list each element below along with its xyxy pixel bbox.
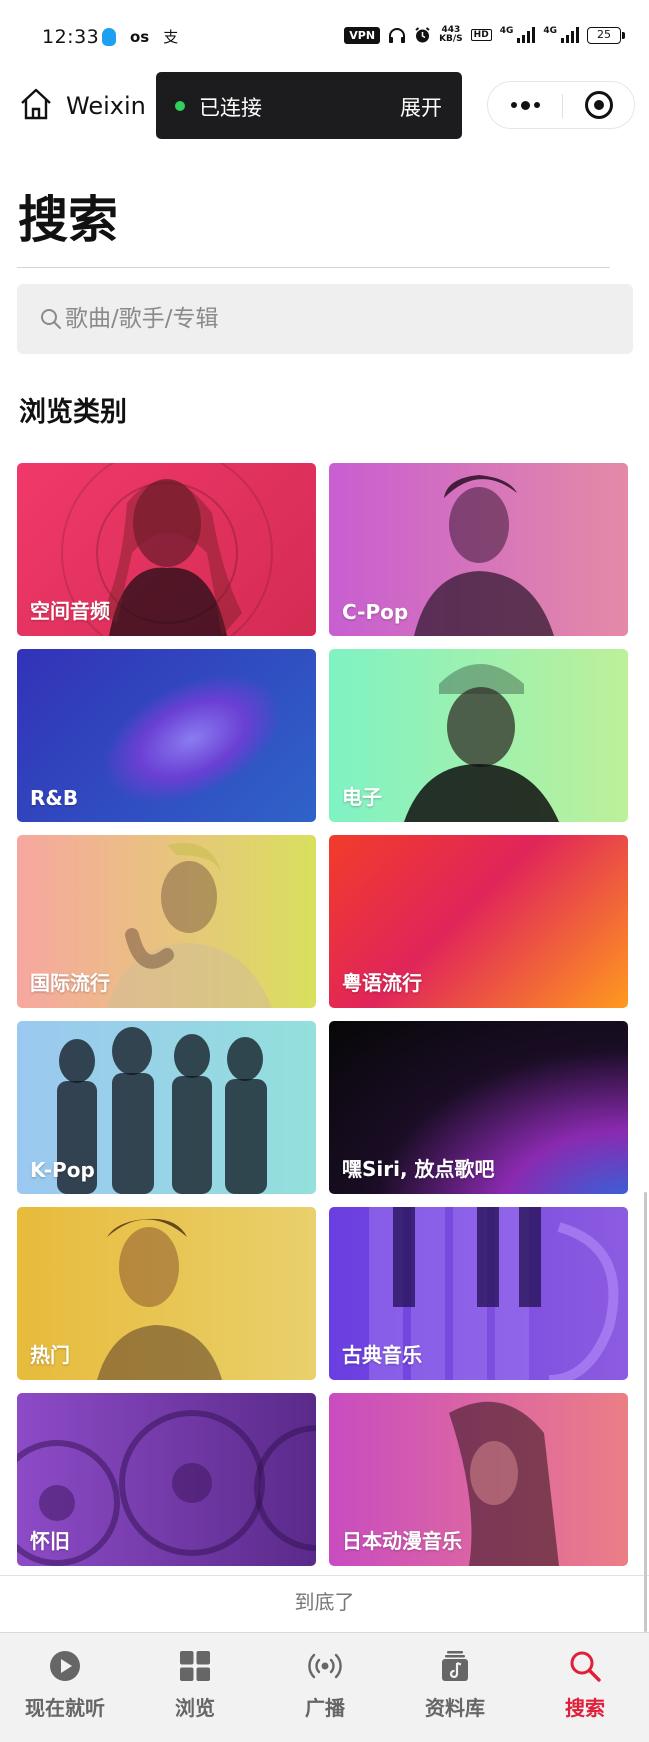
category-card-rnb[interactable]: R&B — [17, 649, 316, 822]
search-icon — [570, 1651, 601, 1682]
search-bar[interactable] — [17, 284, 633, 354]
tab-library[interactable]: 资料库 — [390, 1633, 520, 1742]
category-label: 国际流行 — [30, 971, 110, 995]
tab-bar: 现在就听 浏览 广播 资料库 搜索 — [0, 1632, 649, 1742]
category-card-cpop[interactable]: C-Pop — [329, 463, 628, 636]
category-label: 热门 — [30, 1343, 70, 1367]
tab-browse[interactable]: 浏览 — [130, 1633, 260, 1742]
system-icons: VPN 443 KB/S HD 4G 4G 25 — [344, 25, 625, 44]
signal-label: 4G — [499, 26, 514, 36]
category-card-anime[interactable]: 日本动漫音乐 — [329, 1393, 628, 1566]
category-label: 嘿Siri, 放点歌吧 — [342, 1157, 495, 1181]
title-divider — [17, 267, 610, 268]
category-label: K-Pop — [30, 1158, 95, 1182]
category-card-kpop[interactable]: K-Pop — [17, 1021, 316, 1194]
tab-label: 搜索 — [565, 1696, 605, 1720]
library-icon — [442, 1651, 468, 1681]
category-label: 粤语流行 — [342, 971, 422, 995]
tab-search[interactable]: 搜索 — [520, 1633, 649, 1742]
hd-badge: HD — [470, 29, 492, 41]
category-card-classical[interactable]: 古典音乐 — [329, 1207, 628, 1380]
category-card-intl-pop[interactable]: 国际流行 — [17, 835, 316, 1008]
oos-icon: ᴏs — [130, 27, 150, 46]
play-circle-icon — [50, 1651, 80, 1681]
tab-radio[interactable]: 广播 — [260, 1633, 390, 1742]
close-target-button[interactable] — [562, 82, 636, 128]
tab-label: 资料库 — [425, 1696, 485, 1720]
category-card-hot[interactable]: 热门 — [17, 1207, 316, 1380]
alipay-icon: 支 — [163, 28, 179, 46]
tab-label: 浏览 — [175, 1696, 215, 1720]
end-of-list-text: 到底了 — [294, 1590, 355, 1614]
category-card-electronic[interactable]: 电子 — [329, 649, 628, 822]
tab-label: 现在就听 — [25, 1696, 105, 1720]
notification-icons: ᴏs 支 — [102, 26, 178, 47]
category-card-nostalgia[interactable]: 怀旧 — [17, 1393, 316, 1566]
category-label: R&B — [30, 786, 79, 810]
more-icon[interactable] — [488, 82, 562, 128]
category-label: 空间音频 — [30, 599, 110, 623]
qq-icon — [102, 27, 116, 46]
status-time: 12:33 — [42, 26, 100, 48]
connection-status: 已连接 — [199, 96, 262, 120]
category-card-hey-siri[interactable]: 嘿Siri, 放点歌吧 — [329, 1021, 628, 1194]
home-icon[interactable] — [18, 86, 54, 122]
category-label: 古典音乐 — [342, 1343, 422, 1367]
signal-label: 4G — [543, 26, 557, 36]
connected-dot-icon — [175, 101, 185, 111]
search-input[interactable] — [65, 284, 615, 354]
broadcast-icon — [308, 1653, 342, 1679]
page-title: 搜索 — [18, 191, 118, 249]
search-icon — [41, 309, 61, 329]
grid-icon — [180, 1651, 210, 1681]
category-label: 日本动漫音乐 — [342, 1529, 462, 1553]
category-card-canto-pop[interactable]: 粤语流行 — [329, 835, 628, 1008]
category-label: C-Pop — [342, 600, 409, 624]
scrollbar[interactable] — [644, 1192, 647, 1632]
tab-listen-now[interactable]: 现在就听 — [0, 1633, 130, 1742]
battery-icon: 25 — [587, 26, 625, 44]
target-icon — [585, 91, 613, 119]
category-label: 电子 — [342, 785, 382, 809]
net-speed: 443 KB/S — [439, 25, 463, 44]
browse-categories-title: 浏览类别 — [19, 397, 127, 428]
category-label: 怀旧 — [30, 1529, 70, 1553]
signal-icon — [517, 27, 536, 43]
end-divider — [0, 1575, 649, 1576]
capsule-menu — [487, 81, 635, 129]
status-bar: 12:33 ᴏs 支 VPN 443 KB/S HD 4G 4G 25 — [0, 0, 649, 72]
expand-button[interactable]: 展开 — [400, 92, 442, 122]
alarm-icon — [415, 26, 430, 42]
headphones-icon — [389, 28, 406, 43]
tab-label: 广播 — [305, 1696, 345, 1720]
mini-program-nav: Weixin 已连接 展开 — [0, 72, 649, 142]
category-card-spatial-audio[interactable]: 空间音频 — [17, 463, 316, 636]
signal-icon — [561, 27, 579, 43]
app-title: Weixin — [66, 92, 146, 120]
connection-pill[interactable]: 已连接 展开 — [156, 72, 462, 139]
vpn-badge: VPN — [344, 26, 381, 44]
